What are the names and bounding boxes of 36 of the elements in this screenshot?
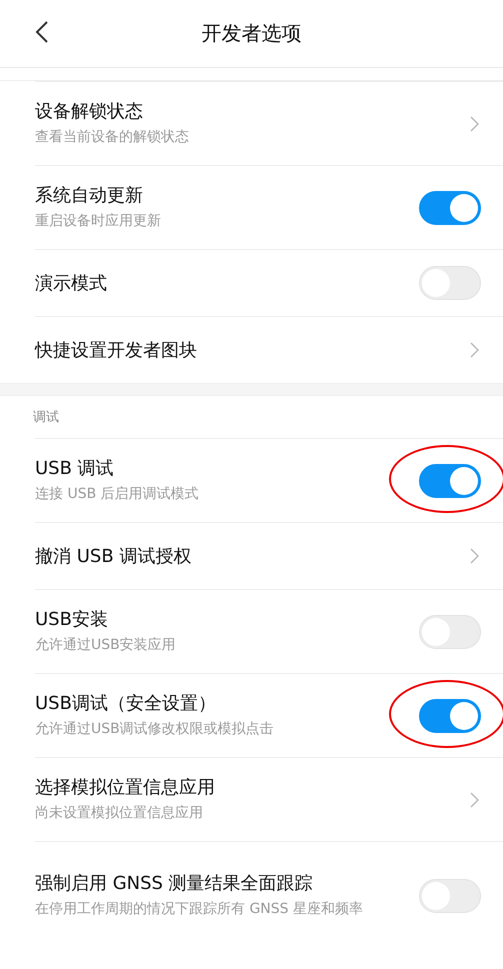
settings-item[interactable]: USB 调试 连接 USB 后启用调试模式 (35, 438, 503, 522)
settings-item[interactable]: 设备解锁状态 查看当前设备的解锁状态 (35, 81, 503, 165)
back-icon[interactable] (35, 20, 49, 44)
item-description: 允许通过USB调试修改权限或模拟点击 (35, 720, 274, 740)
settings-item[interactable]: 强制启用 GNSS 测量结果全面跟踪 在停用工作周期的情况下跟踪所有 GNSS 星座和频率 (35, 841, 503, 949)
toggle-switch[interactable] (419, 698, 481, 732)
item-title: 系统自动更新 (35, 184, 144, 208)
item-description: 允许通过USB安装应用 (35, 636, 176, 656)
chevron-icon (470, 548, 479, 564)
item-title: USB安装 (35, 608, 109, 632)
item-title: 演示模式 (35, 272, 107, 295)
item-title: 快捷设置开发者图块 (35, 339, 197, 362)
settings-item[interactable]: USB调试（安全设置） 允许通过USB调试修改权限或模拟点击 (35, 673, 503, 757)
settings-item[interactable]: USB安装 允许通过USB安装应用 (35, 589, 503, 673)
section-label: 调试 (32, 409, 60, 427)
item-title: USB调试（安全设置） (35, 692, 217, 716)
item-description: 尚未设置模拟位置信息应用 (35, 804, 204, 824)
settings-item[interactable]: 系统自动更新 重启设备时应用更新 (35, 165, 503, 249)
item-title: 选择模拟位置信息应用 (35, 776, 215, 800)
settings-item[interactable]: 撤消 USB 调试授权 (35, 522, 503, 589)
item-description: 在停用工作周期的情况下跟踪所有 GNSS 星座和频率 (35, 900, 363, 920)
chevron-icon (470, 116, 479, 132)
item-title: USB 调试 (35, 457, 115, 480)
toggle-switch[interactable] (419, 464, 481, 498)
item-description: 查看当前设备的解锁状态 (35, 128, 189, 148)
item-description: 重启设备时应用更新 (35, 212, 161, 232)
page-title: 开发者选项 (202, 20, 302, 47)
chevron-icon (470, 792, 479, 808)
item-title: 强制启用 GNSS 测量结果全面跟踪 (35, 872, 314, 896)
settings-item[interactable]: 选择模拟位置信息应用 尚未设置模拟位置信息应用 (35, 757, 503, 841)
item-title: 设备解锁状态 (35, 100, 144, 124)
item-title: 撤消 USB 调试授权 (35, 545, 192, 568)
item-description: 连接 USB 后启用调试模式 (35, 485, 199, 504)
settings-item[interactable]: 演示模式 (35, 249, 503, 316)
chevron-icon (470, 342, 479, 358)
toggle-switch[interactable] (419, 190, 481, 224)
